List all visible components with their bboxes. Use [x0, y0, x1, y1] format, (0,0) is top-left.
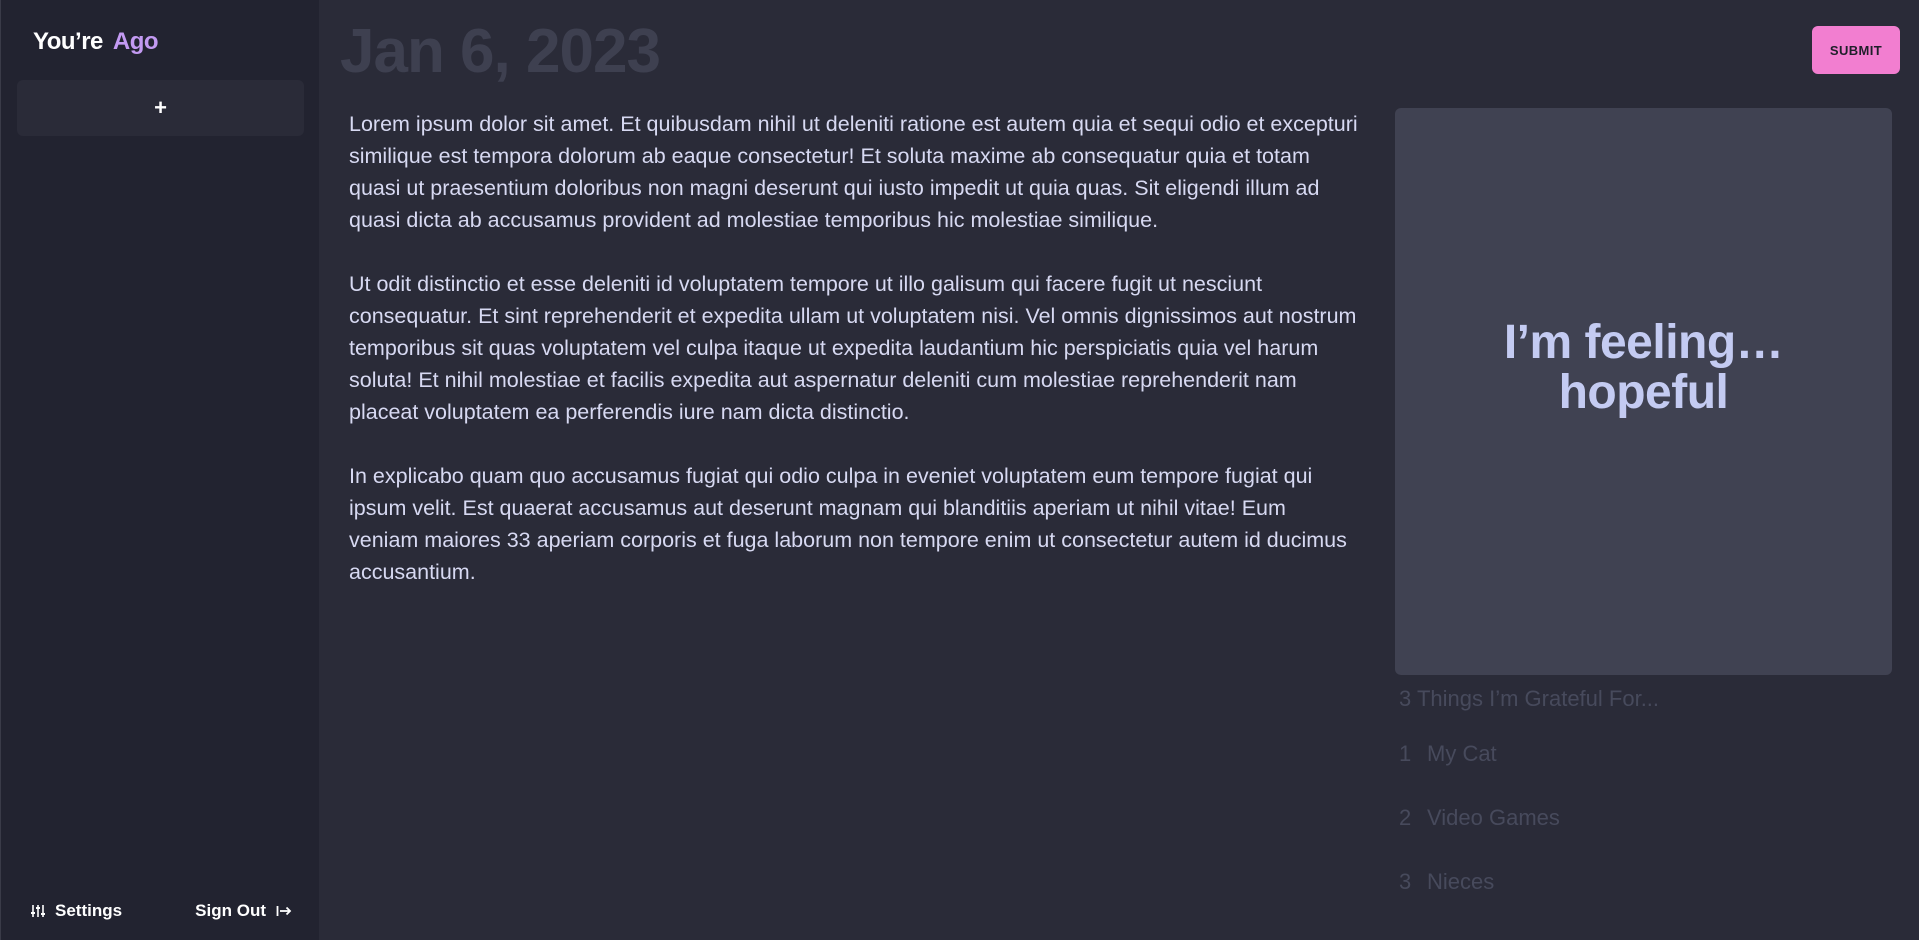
app-root: You’re Ago + Settings Sign Out Jan 6, 20… — [0, 0, 1919, 940]
grateful-item-3[interactable]: 3 Nieces — [1399, 866, 1494, 898]
mood-value: hopeful — [1558, 365, 1729, 419]
sign-out-icon — [276, 904, 292, 918]
submit-button[interactable]: SUBMIT — [1812, 26, 1900, 74]
entry-paragraph: Ut odit distinctio et esse deleniti id v… — [349, 272, 1357, 424]
entry-paragraph: Lorem ipsum dolor sit amet. Et quibusdam… — [349, 112, 1358, 232]
grateful-text: My Cat — [1427, 741, 1497, 766]
mood-card[interactable]: I’m feeling… hopeful — [1395, 108, 1892, 675]
grateful-item-2[interactable]: 2 Video Games — [1399, 802, 1560, 834]
main-panel: Jan 6, 2023 SUBMIT Lorem ipsum dolor sit… — [319, 0, 1919, 940]
grateful-item-1[interactable]: 1 My Cat — [1399, 738, 1497, 770]
sliders-icon — [31, 904, 45, 918]
journal-entry-text[interactable]: Lorem ipsum dolor sit amet. Et quibusdam… — [349, 108, 1361, 620]
settings-button[interactable]: Settings — [31, 894, 122, 928]
grateful-title: 3 Things I’m Grateful For... — [1399, 686, 1660, 711]
grateful-number: 1 — [1399, 741, 1412, 766]
grateful-text: Video Games — [1427, 805, 1560, 830]
brand-accent: Ago — [112, 28, 159, 55]
entry-date: Jan 6, 2023 — [340, 17, 661, 86]
sign-out-button[interactable]: Sign Out — [195, 894, 292, 928]
grateful-number: 2 — [1399, 805, 1412, 830]
brand-logo: You’re Ago — [33, 28, 159, 56]
grateful-text: Nieces — [1427, 869, 1495, 894]
mood-prefix: I’m feeling… — [1503, 315, 1784, 369]
settings-label: Settings — [55, 901, 123, 920]
plus-icon: + — [154, 95, 167, 120]
sidebar-footer: Settings Sign Out — [1, 894, 320, 928]
mood-text: I’m feeling… hopeful — [1503, 315, 1784, 419]
brand-name: You’re — [33, 28, 103, 55]
sidebar: You’re Ago + Settings Sign Out — [0, 0, 319, 940]
new-entry-button[interactable]: + — [17, 80, 304, 136]
sign-out-label: Sign Out — [195, 901, 266, 920]
entry-paragraph: In explicabo quam quo accusamus fugiat q… — [349, 464, 1347, 584]
grateful-number: 3 — [1399, 869, 1412, 894]
